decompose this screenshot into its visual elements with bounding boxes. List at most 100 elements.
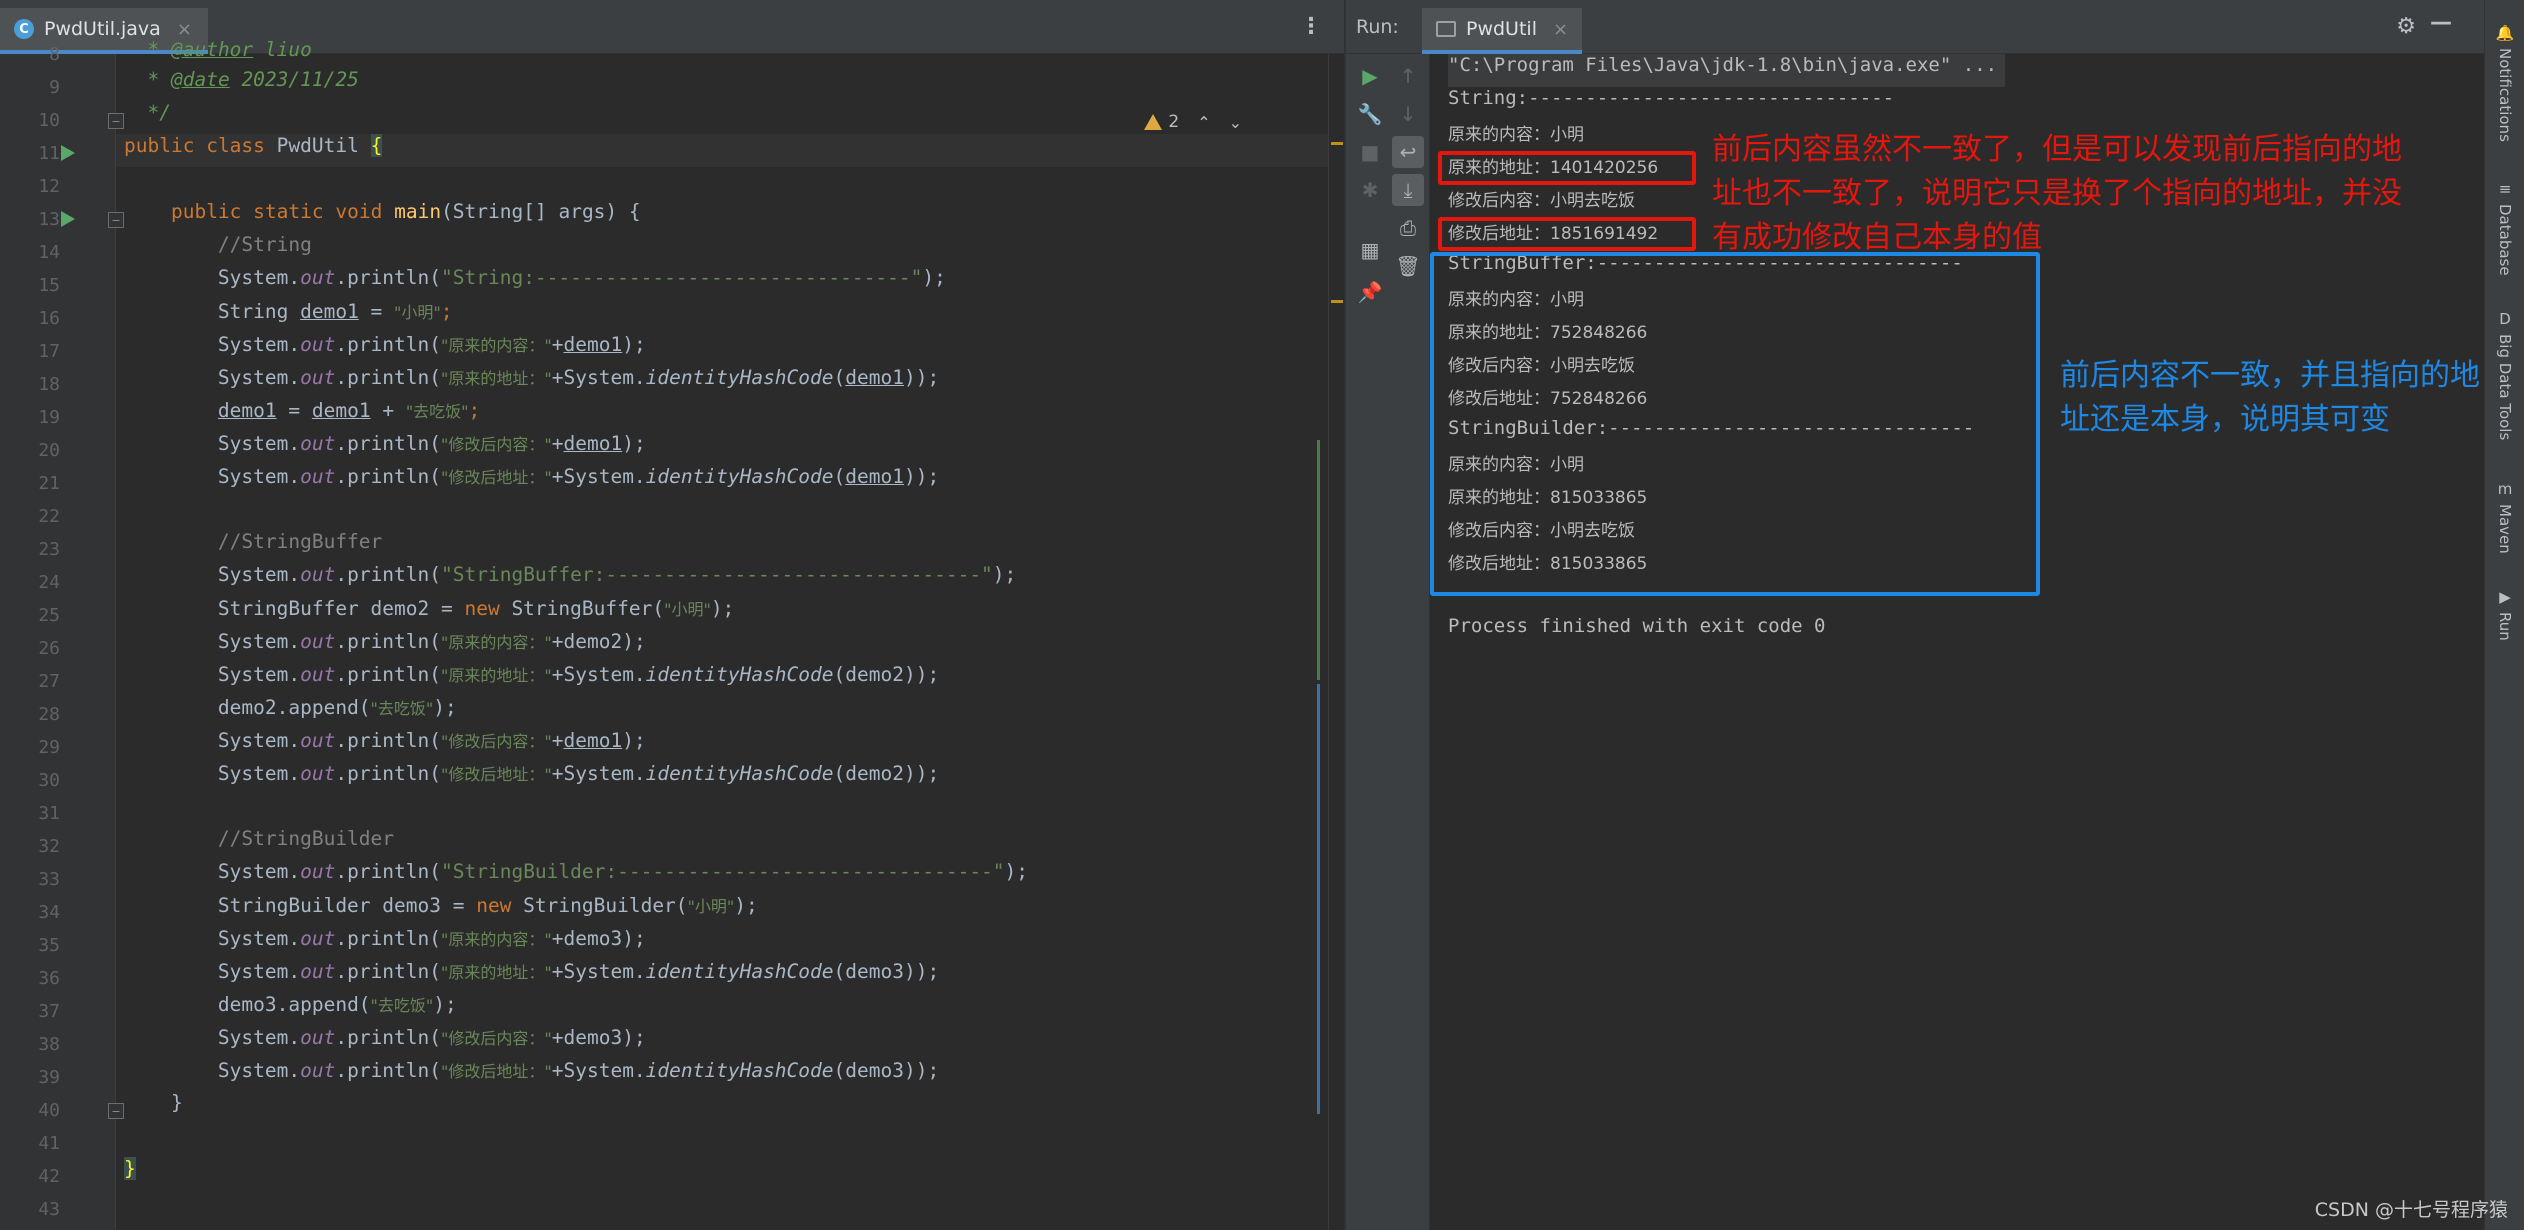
code-line: demo3.append("去吃饭"); (217, 993, 457, 1016)
run-window-header: Run: PwdUtil × ⚙ — (1346, 0, 2486, 54)
code-line: System.out.println("原来的内容："+demo2); (217, 630, 646, 653)
line-number: 12 (38, 176, 60, 197)
print-icon[interactable]: ⎙ (1392, 212, 1424, 244)
soft-wrap-icon[interactable]: ↩ (1392, 136, 1424, 168)
run-window-title: Run: (1356, 16, 1399, 38)
code-line: System.out.println("原来的地址："+System.ident… (217, 960, 940, 983)
line-number: 41 (38, 1133, 60, 1154)
code-line: StringBuilder demo3 = new StringBuilder(… (217, 894, 758, 917)
run-gutter-icon[interactable] (61, 145, 75, 161)
code-line: public class PwdUtil { (124, 134, 383, 157)
line-number: 36 (38, 968, 60, 989)
maven-tool[interactable]: m Maven (2489, 480, 2521, 554)
wrench-icon[interactable]: 🔧 (1354, 98, 1386, 130)
pin-icon[interactable]: 📌 (1354, 276, 1386, 308)
play-icon: ▶ (2499, 588, 2511, 606)
line-number: 13 (38, 209, 60, 230)
line-number: 40 (38, 1100, 60, 1121)
code-line: System.out.println("修改后地址："+System.ident… (217, 1059, 940, 1082)
code-line: } (124, 1157, 136, 1180)
close-icon[interactable]: × (177, 19, 192, 40)
more-options-icon[interactable]: ⋮ (1300, 14, 1322, 39)
highlight-box-blue (1430, 252, 2040, 596)
bell-icon: 🔔 (2495, 24, 2515, 42)
line-number: 17 (38, 341, 60, 362)
inspection-widget[interactable]: 2 ⌃ ⌄ (1144, 112, 1242, 132)
code-line: System.out.println("修改后内容："+demo3); (217, 1026, 646, 1049)
line-number: 23 (38, 539, 60, 560)
code-line: //String (217, 233, 312, 256)
code-line: System.out.println("修改后内容："+demo1); (217, 729, 646, 752)
code-line: System.out.println("StringBuilder:------… (217, 860, 1029, 883)
console-line: Process finished with exit code 0 (1448, 615, 1826, 637)
code-line: } (170, 1091, 183, 1114)
gear-icon[interactable]: ⚙ (2396, 14, 2416, 39)
line-number: 8 (49, 44, 60, 65)
console-line: 修改后内容：小明去吃饭 (1448, 191, 1635, 211)
annotation-blue-line: 址还是本身，说明其可变 (2060, 402, 2390, 437)
annotation-red-line: 前后内容虽然不一致了，但是可以发现前后指向的地 (1712, 132, 2402, 167)
run-gutter-icon[interactable] (61, 211, 75, 227)
code-line: demo2.append("去吃饭"); (217, 696, 457, 719)
console-icon (1436, 21, 1456, 37)
line-number: 9 (49, 77, 60, 98)
database-tool[interactable]: ≡ Database (2489, 180, 2521, 276)
stop-icon[interactable]: ■ (1354, 136, 1386, 168)
line-number: 21 (38, 473, 60, 494)
arrow-down-icon[interactable]: ↓ (1392, 98, 1424, 130)
chevron-down-icon[interactable]: ⌄ (1229, 113, 1242, 132)
vcs-change-marker (1317, 684, 1320, 1114)
line-number: 24 (38, 572, 60, 593)
code-line: System.out.println("StringBuffer:-------… (217, 563, 1017, 586)
code-line: */ (147, 101, 171, 124)
arrow-up-icon[interactable]: ↑ (1392, 60, 1424, 92)
maven-icon: m (2497, 480, 2513, 498)
console-line: "C:\Program Files\Java\jdk-1.8\bin\java.… (1448, 54, 2006, 87)
line-number: 37 (38, 1001, 60, 1022)
run-toolbar: ▶ ↑ 🔧 ↓ ■ ↩ ✱ ⤓ ⎙ ▦ 🗑 📌 (1346, 54, 1430, 1230)
line-number: 32 (38, 836, 60, 857)
watermark: CSDN @十七号程序猿 (2314, 1199, 2508, 1221)
code-line: demo1 = demo1 + "去吃饭"; (217, 399, 481, 422)
line-number: 28 (38, 704, 60, 725)
code-line: //StringBuffer (217, 530, 383, 553)
line-number: 30 (38, 770, 60, 791)
code-line: System.out.println("原来的内容："+demo1); (217, 333, 646, 356)
scroll-to-end-icon[interactable]: ⤓ (1392, 174, 1424, 206)
code-line: System.out.println("修改后地址："+System.ident… (217, 762, 940, 785)
right-tool-strip: 🔔 Notifications ≡ Database D Big Data To… (2484, 0, 2524, 1230)
code-line: //StringBuilder (217, 827, 395, 850)
big-data-tools[interactable]: D Big Data Tools (2489, 310, 2521, 440)
line-number: 20 (38, 440, 60, 461)
rerun-icon[interactable]: ▶ (1354, 60, 1386, 92)
console-output[interactable]: "C:\Program Files\Java\jdk-1.8\bin\java.… (1430, 54, 2486, 1230)
line-number: 15 (38, 275, 60, 296)
annotation-blue-line: 前后内容不一致，并且指向的地 (2060, 358, 2480, 393)
close-icon[interactable]: × (1553, 19, 1568, 40)
annotation-red-line: 址也不一致了，说明它只是换了个指向的地址，并没 (1712, 176, 2402, 211)
run-tab-pwdutil[interactable]: PwdUtil × (1422, 8, 1583, 54)
line-number: 10 (38, 110, 60, 131)
warning-stripe-mark[interactable] (1331, 300, 1343, 303)
console-line: 原来的内容：小明 (1448, 125, 1584, 145)
line-number: 33 (38, 869, 60, 890)
code-line: * @author liuo (147, 38, 312, 61)
code-line: * @date 2023/11/25 (147, 68, 359, 91)
line-number: 16 (38, 308, 60, 329)
notifications-tool[interactable]: 🔔 Notifications (2489, 24, 2521, 142)
vcs-change-marker (1317, 440, 1320, 680)
trash-icon[interactable]: 🗑 (1392, 250, 1424, 282)
code-line: System.out.println("修改后内容："+demo1); (217, 432, 646, 455)
layout-icon[interactable]: ▦ (1354, 234, 1386, 266)
warning-stripe-mark[interactable] (1331, 142, 1343, 145)
code-line: String demo1 = "小明"; (217, 300, 453, 323)
line-number-gutter: 8 9 10 11 12 13 14 15 16 17 18 19 20 21 22 23 24 25 26 27 28… (0, 44, 124, 1230)
line-number: 11 (38, 143, 60, 164)
code-area[interactable]: * @author liuo * @date 2023/11/25 */ pub… (116, 38, 1328, 1230)
debug-icon[interactable]: ✱ (1354, 174, 1386, 206)
run-tool[interactable]: ▶ Run (2489, 588, 2521, 641)
big-data-icon: D (2499, 310, 2511, 328)
minimize-icon[interactable]: — (2430, 10, 2452, 35)
editor-scrollbar[interactable] (1328, 54, 1344, 1230)
chevron-up-icon[interactable]: ⌃ (1197, 113, 1210, 132)
